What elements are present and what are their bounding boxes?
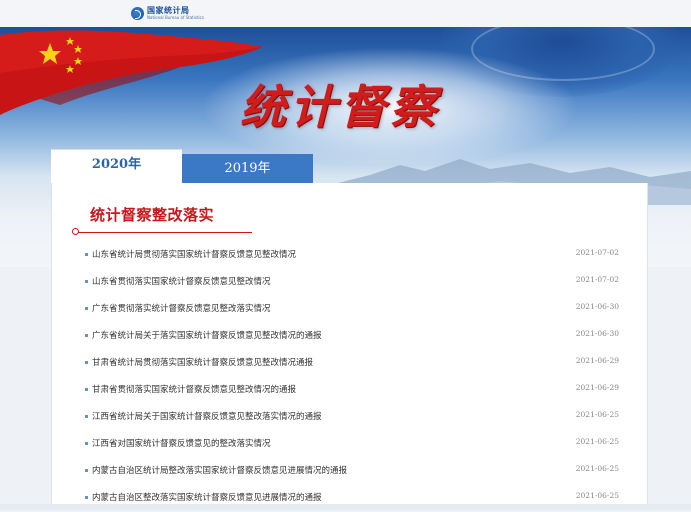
list-item[interactable]: 山东省贯彻落实国家统计督察反馈意见整改情况 2021-07-02 [52,269,647,296]
article-title-link[interactable]: 山东省统计局贯彻落实国家统计督察反馈意见整改情况 [92,248,296,260]
list-item[interactable]: 甘肃省贯彻落实国家统计督察反馈意见整改情况的通报 2021-06-29 [52,377,647,404]
article-date: 2021-06-25 [575,437,619,446]
logo-cn-text: 国家统计局 [147,6,190,15]
list-item[interactable]: 江西省对国家统计督察反馈意见的整改落实情况 2021-06-25 [52,431,647,458]
bullet-icon [85,469,88,472]
bullet-icon [85,280,88,283]
article-title-link[interactable]: 江西省对国家统计督察反馈意见的整改落实情况 [92,437,271,449]
bullet-icon [85,388,88,391]
site-logo[interactable]: 国家统计局 National Bureau of Statistics [131,3,204,24]
article-date: 2021-06-30 [575,302,619,311]
article-title-link[interactable]: 甘肃省统计局贯彻落实国家统计督察反馈意见整改情况通报 [92,356,313,368]
list-item[interactable]: 广东省贯彻落实统计督察反馈意见整改落实情况 2021-06-30 [52,296,647,323]
bullet-icon [85,415,88,418]
article-list: 山东省统计局贯彻落实国家统计督察反馈意见整改情况 2021-07-02 山东省贯… [52,242,647,512]
bullet-icon [85,496,88,499]
article-date: 2021-06-29 [575,383,619,392]
logo-en-text: National Bureau of Statistics [147,15,204,20]
title-dot-icon [72,228,79,235]
article-date: 2021-06-25 [575,491,619,500]
section-title: 统计督察整改落实 [90,206,215,224]
list-item[interactable]: 甘肃省统计局贯彻落实国家统计督察反馈意见整改情况通报 2021-06-29 [52,350,647,377]
article-date: 2021-07-02 [575,248,619,257]
list-item[interactable]: 广东省统计局关于落实国家统计督察反馈意见整改情况的通报 2021-06-30 [52,323,647,350]
bottom-strip [0,504,691,510]
bullet-icon [85,307,88,310]
article-title-link[interactable]: 江西省统计局关于国家统计督察反馈意见整改落实情况的通报 [92,410,322,422]
list-item[interactable]: 山东省统计局贯彻落实国家统计督察反馈意见整改情况 2021-07-02 [52,242,647,269]
tab-2020[interactable]: 2020年 [51,149,182,184]
article-date: 2021-06-25 [575,410,619,419]
article-title-link[interactable]: 山东省贯彻落实国家统计督察反馈意见整改情况 [92,275,271,287]
list-item[interactable]: 内蒙古自治区统计局整改落实国家统计督察反馈意见进展情况的通报 2021-06-2… [52,458,647,485]
banner-title: 统计督察 [240,80,440,134]
article-title-link[interactable]: 广东省统计局关于落实国家统计督察反馈意见整改情况的通报 [92,329,322,341]
tab-2019[interactable]: 2019年 [182,154,313,183]
article-title-link[interactable]: 内蒙古自治区整改落实国家统计督察反馈意见进展情况的通报 [92,491,322,503]
bullet-icon [85,442,88,445]
top-bar: 国家统计局 National Bureau of Statistics [0,0,691,28]
content-panel: 统计督察整改落实 山东省统计局贯彻落实国家统计督察反馈意见整改情况 2021-0… [51,183,648,510]
list-item[interactable]: 江西省统计局关于国家统计督察反馈意见整改落实情况的通报 2021-06-25 [52,404,647,431]
article-title-link[interactable]: 内蒙古自治区统计局整改落实国家统计督察反馈意见进展情况的通报 [92,464,347,476]
article-title-link[interactable]: 甘肃省贯彻落实国家统计督察反馈意见整改情况的通报 [92,383,296,395]
bullet-icon [85,334,88,337]
article-date: 2021-06-30 [575,329,619,338]
logo-text: 国家统计局 National Bureau of Statistics [147,7,204,20]
bullet-icon [85,361,88,364]
article-date: 2021-07-02 [575,275,619,284]
national-flag-image [0,27,270,117]
article-title-link[interactable]: 广东省贯彻落实统计督察反馈意见整改落实情况 [92,302,271,314]
bullet-icon [85,253,88,256]
article-date: 2021-06-29 [575,356,619,365]
title-underline [78,232,252,233]
logo-emblem-icon [131,7,144,20]
article-date: 2021-06-25 [575,464,619,473]
